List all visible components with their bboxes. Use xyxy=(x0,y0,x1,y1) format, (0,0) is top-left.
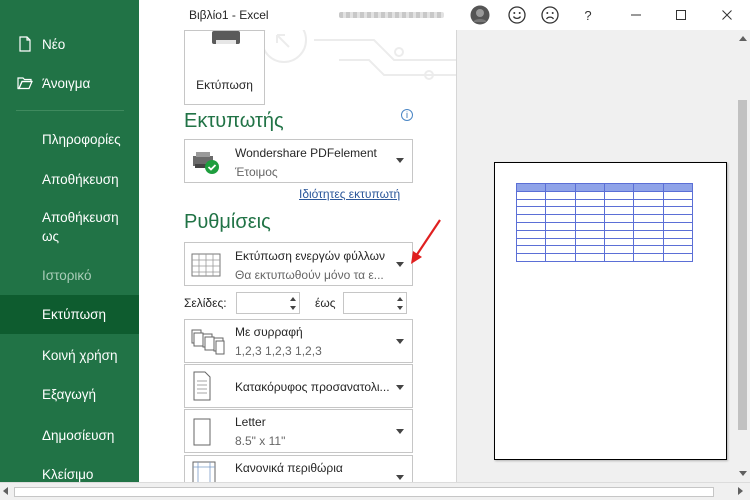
collation-select[interactable]: Με συρραφή 1,2,3 1,2,3 1,2,3 xyxy=(184,319,413,363)
sidebar-item-share[interactable]: Κοινή χρήση xyxy=(0,342,139,368)
horizontal-scrollbar[interactable] xyxy=(0,482,750,500)
sidebar-item-label: Ιστορικό xyxy=(42,267,92,283)
sidebar-item-label: Άνοιγμα xyxy=(42,75,91,91)
printer-icon xyxy=(211,31,241,50)
maximize-icon[interactable] xyxy=(669,4,693,26)
scroll-up-icon[interactable] xyxy=(739,36,747,41)
settings-heading: Ρυθμίσεις xyxy=(184,211,271,233)
chevron-down-icon xyxy=(396,158,404,163)
print-what-label: Εκτύπωση ενεργών φύλλων xyxy=(235,249,385,263)
preview-spreadsheet-thumbnail xyxy=(515,183,694,262)
collate-label: Με συρραφή xyxy=(235,325,303,339)
spin-up-icon[interactable] xyxy=(397,297,403,301)
smile-feedback-icon[interactable] xyxy=(505,4,529,26)
sidebar-item-save[interactable]: Αποθήκευση xyxy=(0,166,139,192)
printer-name: Wondershare PDFelement xyxy=(235,146,377,160)
help-icon[interactable]: ? xyxy=(576,4,600,26)
sidebar-item-label: Εξαγωγή xyxy=(42,386,97,402)
sidebar-item-print[interactable]: Εκτύπωση xyxy=(0,295,139,334)
margins-select[interactable]: Κανονικά περιθώρια xyxy=(184,455,413,482)
spin-down-icon[interactable] xyxy=(397,306,403,310)
margins-icon xyxy=(191,461,217,482)
sidebar-item-label: Κλείσιμο xyxy=(42,466,94,482)
close-icon[interactable] xyxy=(715,4,739,26)
print-button-label: Εκτύπωση xyxy=(196,78,253,92)
chevron-down-icon xyxy=(396,385,404,390)
print-preview-area xyxy=(457,30,735,482)
vertical-scroll-thumb[interactable] xyxy=(738,100,747,430)
sidebar-item-export[interactable]: Εξαγωγή xyxy=(0,381,139,407)
frown-feedback-icon[interactable] xyxy=(538,4,562,26)
sidebar-item-label: Εκτύπωση xyxy=(42,307,106,322)
horizontal-scroll-thumb[interactable] xyxy=(14,487,714,497)
minimize-icon[interactable] xyxy=(624,4,648,26)
sidebar-divider xyxy=(16,110,124,111)
printer-properties-link[interactable]: Ιδιότητες εκτυπωτή xyxy=(299,187,400,201)
sidebar-item-info[interactable]: Πληροφορίες xyxy=(0,126,139,152)
printer-status: Έτοιμος xyxy=(235,165,278,179)
print-button[interactable]: Εκτύπωση xyxy=(184,30,265,105)
printer-ready-icon xyxy=(191,148,221,181)
scroll-down-icon[interactable] xyxy=(739,471,747,476)
title-bar: Βιβλίο1 - Excel ? xyxy=(139,0,750,30)
chevron-down-icon xyxy=(396,339,404,344)
portrait-page-icon xyxy=(191,371,213,406)
print-what-detail: Θα εκτυπωθούν μόνο τα ε... xyxy=(235,268,384,282)
backstage-sidebar: Νέο Άνοιγμα Πληροφορίες Αποθήκευση Αποθή… xyxy=(0,0,139,500)
to-label: έως xyxy=(315,296,336,310)
sidebar-item-label: Νέο xyxy=(42,36,66,52)
sidebar-item-label: Δημοσίευση xyxy=(42,427,115,443)
pages-from-input[interactable] xyxy=(236,292,300,314)
orientation-select[interactable]: Κατακόρυφος προσανατολι... xyxy=(184,364,413,408)
margins-label: Κανονικά περιθώρια xyxy=(235,461,343,475)
sidebar-item-publish[interactable]: Δημοσίευση xyxy=(0,422,139,448)
chevron-down-icon xyxy=(396,262,404,267)
sidebar-item-new[interactable]: Νέο xyxy=(0,30,139,58)
pages-to-input[interactable] xyxy=(343,292,407,314)
info-icon[interactable]: i xyxy=(401,109,413,121)
scroll-left-icon[interactable] xyxy=(3,487,8,495)
sidebar-item-label: Αποθήκευση xyxy=(42,171,119,187)
paper-size-detail: 8.5" x 11" xyxy=(235,434,286,448)
orientation-label: Κατακόρυφος προσανατολι... xyxy=(235,380,390,394)
print-preview-page xyxy=(494,162,727,460)
print-what-select[interactable]: Εκτύπωση ενεργών φύλλων Θα εκτυπωθούν μό… xyxy=(184,242,413,286)
collate-detail: 1,2,3 1,2,3 1,2,3 xyxy=(235,344,322,358)
sheet-grid-icon xyxy=(191,253,221,282)
sidebar-item-open[interactable]: Άνοιγμα xyxy=(0,69,139,97)
pages-range: Σελίδες: έως xyxy=(184,292,416,314)
spin-down-icon[interactable] xyxy=(290,306,296,310)
window-title: Βιβλίο1 - Excel xyxy=(189,8,269,22)
printer-heading: Εκτυπωτής xyxy=(184,110,284,132)
pages-label: Σελίδες: xyxy=(184,296,227,310)
scroll-right-icon[interactable] xyxy=(738,487,743,495)
printer-select[interactable]: Wondershare PDFelement Έτοιμος xyxy=(184,139,413,183)
sidebar-item-label: Πληροφορίες xyxy=(42,131,121,147)
sidebar-item-save-as[interactable]: Αποθήκευση ως xyxy=(0,206,130,248)
collated-pages-icon xyxy=(191,329,225,360)
open-folder-icon xyxy=(16,74,34,92)
excel-backstage-window: Νέο Άνοιγμα Πληροφορίες Αποθήκευση Αποθή… xyxy=(0,0,750,500)
red-annotation-arrow xyxy=(411,219,441,264)
sidebar-item-label: Κοινή χρήση xyxy=(42,347,118,363)
avatar[interactable] xyxy=(468,4,492,26)
chevron-down-icon xyxy=(396,475,404,480)
vertical-scrollbar[interactable] xyxy=(735,30,750,482)
chevron-down-icon xyxy=(396,429,404,434)
sidebar-item-label: Αποθήκευση ως xyxy=(42,210,119,244)
new-document-icon xyxy=(16,35,34,53)
sidebar-item-history: Ιστορικό xyxy=(0,262,139,288)
paper-size-select[interactable]: Letter 8.5" x 11" xyxy=(184,409,413,453)
print-settings-panel: Εκτύπωση Εκτυπωτής i Wondershare PDFelem… xyxy=(139,30,456,482)
paper-icon xyxy=(191,418,213,451)
paper-size-label: Letter xyxy=(235,415,266,429)
spin-up-icon[interactable] xyxy=(290,297,296,301)
account-name-redacted xyxy=(339,12,444,18)
